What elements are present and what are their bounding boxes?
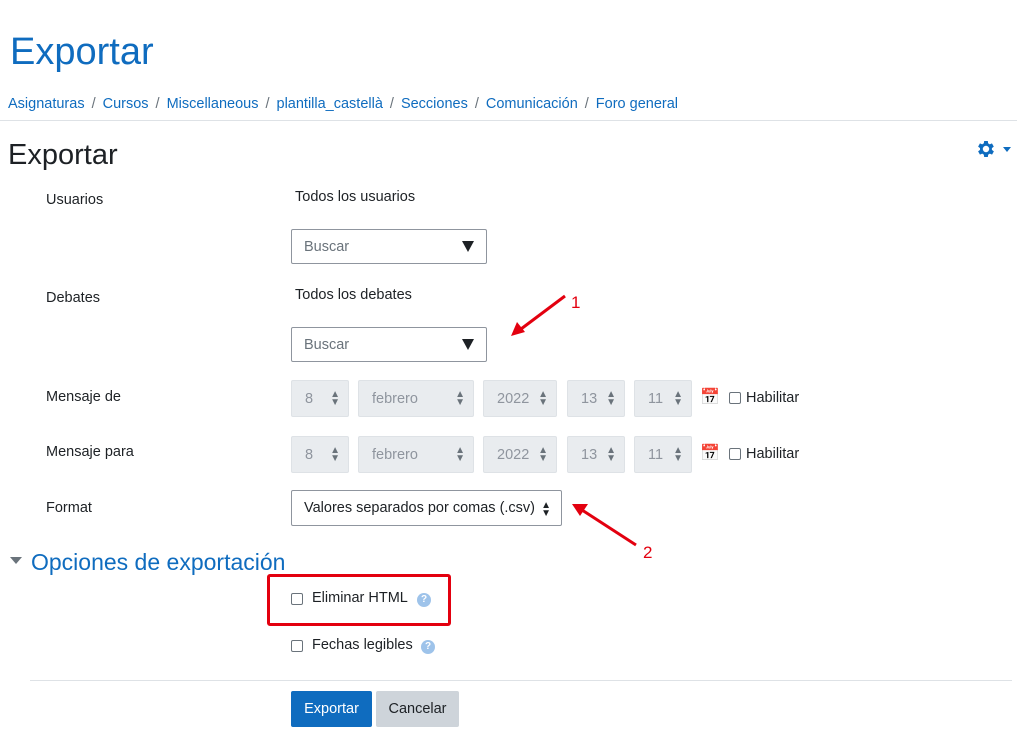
calendar-icon[interactable]: 📅 [700,443,720,463]
sort-arrows-icon: ▲ ▼ [538,445,548,464]
format-select[interactable]: Valores separados por comas (.csv) ▲ ▼ [291,490,562,526]
discussions-label: Debates [46,290,101,306]
to-month-select[interactable]: febrero ▲ ▼ [358,436,474,473]
sort-arrows-icon: ▲ ▼ [541,500,551,519]
from-hour-select[interactable]: 13 ▲ ▼ [567,380,625,417]
sort-arrows-icon: ▲ ▼ [538,389,548,408]
to-minute-value: 11 [648,447,664,463]
discussions-search-placeholder: Buscar [304,337,350,353]
readable-dates-label: Fechas legibles [312,637,413,653]
export-button[interactable]: Exportar [291,691,372,727]
breadcrumb-item-secciones[interactable]: Secciones [401,96,468,112]
from-month-value: febrero [372,391,418,407]
breadcrumb-item-comunicacion[interactable]: Comunicación [486,96,578,112]
help-icon[interactable]: ? [421,640,435,654]
breadcrumb-item-miscellaneous[interactable]: Miscellaneous [167,96,259,112]
annotation-arrow-1 [511,294,566,336]
from-enable-label: Habilitar [746,390,800,406]
breadcrumb-item-asignaturas[interactable]: Asignaturas [8,96,85,112]
sort-arrows-icon: ▲ ▼ [455,389,465,408]
to-year-select[interactable]: 2022 ▲ ▼ [483,436,557,473]
format-value: Valores separados por comas (.csv) [304,500,536,516]
users-selection: Todos los usuarios [295,189,416,205]
header-divider [0,120,1017,121]
breadcrumb-separator: / [265,96,270,112]
sort-arrows-icon: ▲ ▼ [606,389,616,408]
caret-down-icon[interactable] [462,241,474,252]
to-enable-label: Habilitar [746,446,800,462]
sort-arrows-icon: ▲ ▼ [606,445,616,464]
annotation-label-2: 2 [643,543,653,562]
breadcrumb-item-plantilla[interactable]: plantilla_castellà [277,96,383,112]
remove-html-checkbox[interactable] [291,593,303,605]
breadcrumb-separator: / [155,96,160,112]
to-enable-checkbox[interactable] [729,448,741,460]
from-date-label: Mensaje de [46,389,121,405]
to-date-label: Mensaje para [46,444,134,460]
readable-dates-checkbox[interactable] [291,640,303,652]
sort-arrows-icon: ▲ ▼ [330,389,340,408]
breadcrumb-separator: / [474,96,479,112]
sort-arrows-icon: ▲ ▼ [455,445,465,464]
form-divider [30,680,1012,681]
gear-icon [975,138,997,160]
annotation-label-1: 1 [571,293,581,312]
format-label: Format [46,500,92,516]
users-search-placeholder: Buscar [304,239,350,255]
breadcrumb-separator: / [584,96,589,112]
from-month-select[interactable]: febrero ▲ ▼ [358,380,474,417]
caret-down-icon[interactable] [462,339,474,350]
from-day-select[interactable]: 8 ▲ ▼ [291,380,349,417]
breadcrumb: Asignaturas / Cursos / Miscellaneous / plantil… [8,96,678,112]
section-heading: Exportar [8,139,118,171]
to-day-select[interactable]: 8 ▲ ▼ [291,436,349,473]
from-enable-checkbox[interactable] [729,392,741,404]
settings-menu-button[interactable] [975,138,1011,160]
breadcrumb-separator: / [389,96,394,112]
chevron-down-icon [1003,146,1011,152]
from-year-value: 2022 [497,391,530,407]
help-icon[interactable]: ? [417,593,431,607]
page-title: Exportar [10,31,154,73]
to-hour-select[interactable]: 13 ▲ ▼ [567,436,625,473]
breadcrumb-item-cursos[interactable]: Cursos [103,96,149,112]
users-search-input[interactable]: Buscar [291,229,487,264]
discussions-search-input[interactable]: Buscar [291,327,487,362]
sort-arrows-icon: ▲ ▼ [673,445,683,464]
from-day-value: 8 [305,391,314,407]
annotation-arrow-2 [572,504,637,547]
cancel-button[interactable]: Cancelar [376,691,459,727]
from-hour-value: 13 [581,391,598,407]
discussions-selection: Todos los debates [295,287,412,303]
breadcrumb-item-foro-general[interactable]: Foro general [596,96,678,112]
export-options-header[interactable]: Opciones de exportación [31,549,285,576]
users-label: Usuarios [46,192,104,208]
remove-html-label: Eliminar HTML [312,590,408,606]
sort-arrows-icon: ▲ ▼ [330,445,340,464]
breadcrumb-separator: / [91,96,96,112]
from-year-select[interactable]: 2022 ▲ ▼ [483,380,557,417]
to-hour-value: 13 [581,447,598,463]
calendar-icon[interactable]: 📅 [700,387,720,407]
from-minute-value: 11 [648,391,664,407]
collapse-toggle-icon[interactable] [10,557,22,564]
to-year-value: 2022 [497,447,530,463]
to-day-value: 8 [305,447,314,463]
sort-arrows-icon: ▲ ▼ [673,389,683,408]
to-minute-select[interactable]: 11 ▲ ▼ [634,436,692,473]
from-minute-select[interactable]: 11 ▲ ▼ [634,380,692,417]
to-month-value: febrero [372,447,418,463]
